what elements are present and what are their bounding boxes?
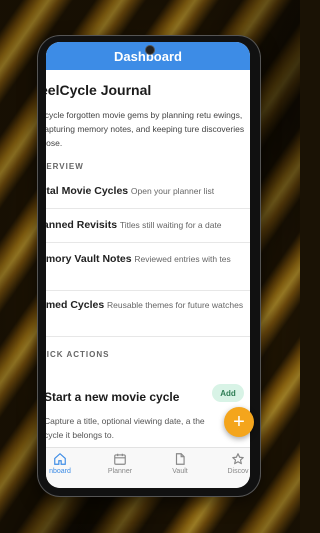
card-body: Capture a title, optional viewing date, … xyxy=(46,416,205,440)
intro-text: ecycle forgotten movie gems by planning … xyxy=(46,110,245,148)
add-fab-button[interactable]: + xyxy=(224,407,254,437)
nav-label: Vault xyxy=(172,468,188,475)
nav-item-vault[interactable]: Vault xyxy=(160,452,200,475)
overview-item-label: emory Vault Notes xyxy=(46,253,132,265)
quick-actions-heading: UICK ACTIONS xyxy=(46,350,110,359)
overview-item-named-cycles[interactable]: amed Cycles Reusable themes for future w… xyxy=(46,298,250,313)
bottom-nav: nboard Planner Vault Discov xyxy=(46,447,250,488)
overview-item-desc: Reviewed entries with tes xyxy=(134,254,231,264)
calendar-icon xyxy=(114,453,126,465)
add-button[interactable]: Add xyxy=(212,384,244,402)
overview-item-label: otal Movie Cycles xyxy=(46,185,129,197)
divider xyxy=(46,242,250,243)
card-title: Start a new movie cycle xyxy=(46,390,180,404)
nav-label: nboard xyxy=(49,468,71,475)
page-title: eelCycle Journal xyxy=(46,82,152,98)
overview-item-label: lanned Revisits xyxy=(46,219,118,231)
nav-label: Discov xyxy=(227,468,249,475)
nav-item-dashboard[interactable]: nboard xyxy=(46,452,80,475)
nav-label: Planner xyxy=(107,468,133,475)
overview-item-planned-revisits[interactable]: lanned Revisits Titles still waiting for… xyxy=(46,218,250,233)
overview-item-memory-vault[interactable]: emory Vault Notes Reviewed entries with … xyxy=(46,252,250,267)
divider xyxy=(46,290,250,291)
overview-item-label: amed Cycles xyxy=(46,299,105,311)
overview-item-total-cycles[interactable]: otal Movie Cycles Open your planner list xyxy=(46,184,250,199)
nav-item-discover[interactable]: Discov xyxy=(218,452,250,475)
overview-item-desc: Reusable themes for future watches xyxy=(107,300,244,310)
overview-item-desc: Open your planner list xyxy=(130,186,215,196)
document-icon xyxy=(175,453,185,465)
overview-heading: VERVIEW xyxy=(46,162,84,171)
home-icon xyxy=(54,452,66,465)
dashboard-content[interactable]: eelCycle Journal ecycle forgotten movie … xyxy=(46,70,250,448)
divider xyxy=(46,336,250,337)
nav-item-planner[interactable]: Planner xyxy=(100,452,140,475)
front-camera xyxy=(146,46,154,54)
new-cycle-card[interactable]: Start a new movie cycle Add Capture a ti… xyxy=(46,366,250,446)
divider xyxy=(46,208,250,209)
app-screen: Dashboard eelCycle Journal ecycle forgot… xyxy=(46,42,250,488)
overview-item-desc: Titles still waiting for a date xyxy=(119,220,222,230)
star-icon xyxy=(232,453,244,465)
